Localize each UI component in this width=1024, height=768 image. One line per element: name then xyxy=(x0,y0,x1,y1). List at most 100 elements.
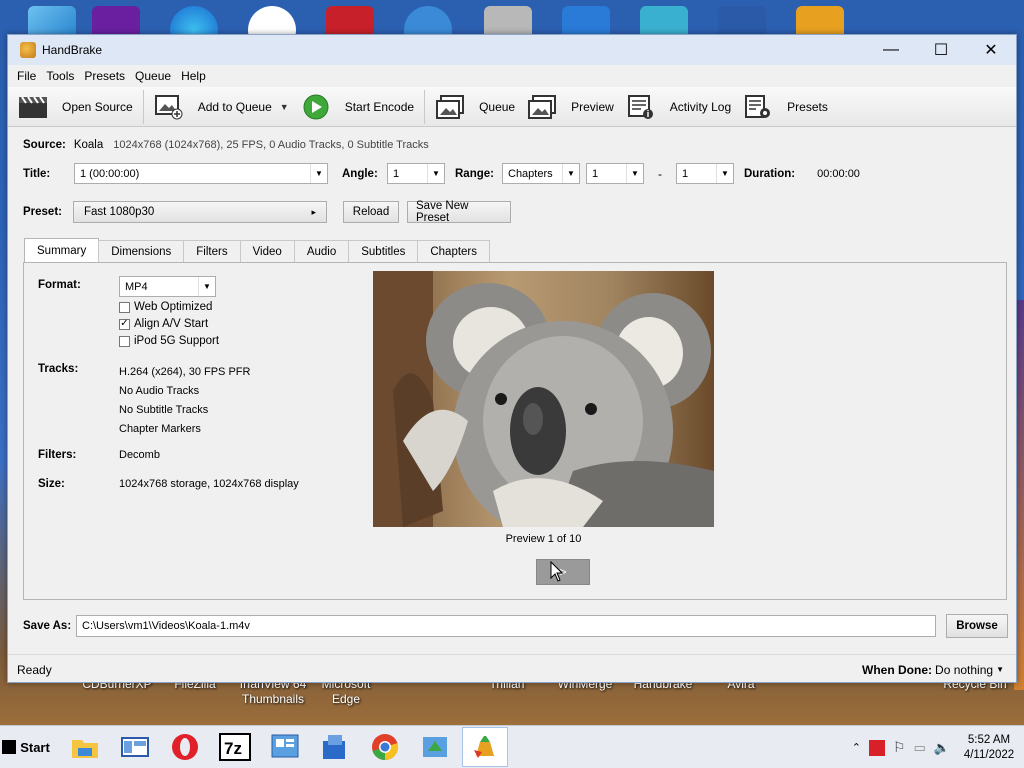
align-av-checkbox[interactable]: ✓ Align A/V Start xyxy=(119,318,208,330)
start-button[interactable]: Start xyxy=(0,726,52,768)
track-item: Chapter Markers xyxy=(119,423,201,435)
tab-strip: Summary Dimensions Filters Video Audio S… xyxy=(24,238,491,262)
windows-icon xyxy=(2,740,17,754)
show-hidden-icons[interactable]: ⌃ xyxy=(852,741,861,754)
checkbox-box[interactable] xyxy=(119,301,130,313)
tab-chapters[interactable]: Chapters xyxy=(417,240,491,262)
handbrake-window: HandBrake — ☐ ✕ File Tools Presets Queue… xyxy=(7,34,1017,683)
filters-label: Filters: xyxy=(38,449,77,461)
duration-value: 00:00:00 xyxy=(817,167,860,180)
status-bar: Ready When Done: Do nothing ▼ xyxy=(8,654,1016,684)
start-label: Start xyxy=(20,739,50,755)
installer-taskbar-icon[interactable] xyxy=(312,727,358,767)
range-label: Range: xyxy=(455,167,494,180)
koala-icon xyxy=(373,271,714,527)
tab-audio[interactable]: Audio xyxy=(293,240,350,262)
web-optimized-label: Web Optimized xyxy=(134,301,213,313)
save-new-preset-button[interactable]: Save New Preset xyxy=(407,200,511,224)
checkbox-box[interactable] xyxy=(119,335,130,347)
preset-label: Preset: xyxy=(23,206,62,218)
range-dash: - xyxy=(658,166,662,181)
track-item: No Audio Tracks xyxy=(119,385,200,397)
size-value: 1024x768 storage, 1024x768 display xyxy=(119,478,299,490)
tab-filters[interactable]: Filters xyxy=(183,240,241,262)
title-label: Title: xyxy=(23,167,51,180)
track-item: H.264 (x264), 30 FPS PFR xyxy=(119,366,251,378)
main-content: Source: Koala 1024x768 (1024x768), 25 FP… xyxy=(8,35,1016,684)
format-value: MP4 xyxy=(125,280,148,293)
title-select-value: 1 (00:00:00) xyxy=(80,167,140,180)
range-select-value: Chapters xyxy=(508,167,553,180)
file-explorer-icon[interactable] xyxy=(62,727,108,767)
preview-caption: Preview 1 of 10 xyxy=(505,533,582,545)
system-tray: ⌃ ⚐ ▭ 🔈 5:52 AM 4/11/2022 xyxy=(852,726,1024,768)
source-info: 1024x768 (1024x768), 25 FPS, 0 Audio Tra… xyxy=(113,139,429,151)
range-end-value: 1 xyxy=(682,167,689,180)
save-as-label: Save As: xyxy=(23,620,72,632)
track-item: No Subtitle Tracks xyxy=(119,404,209,416)
source-row: Source: Koala 1024x768 (1024x768), 25 FP… xyxy=(23,139,429,151)
chevron-down-icon: ▼ xyxy=(626,164,643,183)
preview-image xyxy=(373,271,714,527)
tab-dimensions[interactable]: Dimensions xyxy=(98,240,185,262)
chevron-right-icon: ▸ xyxy=(311,206,316,217)
flag-icon[interactable]: ⚐ xyxy=(893,739,906,756)
when-done-label: When Done: xyxy=(862,662,932,677)
size-label: Size: xyxy=(38,478,65,490)
tab-subtitles[interactable]: Subtitles xyxy=(348,240,419,262)
when-done-value: Do nothing xyxy=(935,662,994,677)
range-start-select[interactable]: 1 ▼ xyxy=(586,163,644,184)
volume-icon[interactable]: 🔈 xyxy=(934,740,950,756)
tab-summary[interactable]: Summary xyxy=(24,238,100,262)
reload-button[interactable]: Reload xyxy=(343,201,399,223)
ipod-label: iPod 5G Support xyxy=(134,335,220,347)
source-label: Source: xyxy=(23,139,66,151)
when-done-select[interactable]: Do nothing ▼ xyxy=(935,663,1004,677)
7zip-icon[interactable]: 7z xyxy=(212,727,258,767)
window-manager-icon[interactable] xyxy=(112,727,158,767)
chevron-down-icon: ▼ xyxy=(198,277,215,296)
chevron-down-icon: ▼ xyxy=(310,164,327,183)
preset-select[interactable]: Fast 1080p30 ▸ xyxy=(73,201,327,223)
range-start-value: 1 xyxy=(592,167,599,180)
angle-select-value: 1 xyxy=(393,167,400,180)
preset-row: Preset: Fast 1080p30 ▸ Reload Save New P… xyxy=(23,200,511,224)
chevron-down-icon: ▼ xyxy=(996,665,1004,674)
title-row: Title: 1 (00:00:00) ▼ Angle: 1 ▼ Range: … xyxy=(23,163,860,184)
save-as-row: Save As: C:\Users\vm1\Videos\Koala-1.m4v… xyxy=(23,614,1008,638)
svg-text:7z: 7z xyxy=(224,739,242,758)
web-optimized-checkbox[interactable]: Web Optimized xyxy=(119,301,212,313)
opera-icon[interactable] xyxy=(162,727,208,767)
chevron-down-icon: ▼ xyxy=(427,164,444,183)
status-text: Ready xyxy=(17,662,52,677)
network-icon[interactable]: ▭ xyxy=(914,740,926,756)
range-select[interactable]: Chapters ▼ xyxy=(502,163,580,184)
tracks-label: Tracks: xyxy=(38,363,79,375)
clock[interactable]: 5:52 AM 4/11/2022 xyxy=(954,733,1024,763)
checkmark-icon[interactable]: ✓ xyxy=(119,318,130,330)
duration-label: Duration: xyxy=(744,167,796,180)
tracks-list: H.264 (x264), 30 FPS PFR No Audio Tracks… xyxy=(119,363,250,439)
browse-button[interactable]: Browse xyxy=(946,614,1008,638)
taskbar: Start 7z ⌃ ⚐ ▭ 🔈 5:52 AM 4/11/2022 xyxy=(0,725,1024,768)
clock-time: 5:52 AM xyxy=(967,733,1011,746)
summary-panel: Format: MP4 ▼ Web Optimized ✓ Align A/V … xyxy=(23,262,1007,600)
ipod-checkbox[interactable]: iPod 5G Support xyxy=(119,335,219,347)
mouse-cursor-icon xyxy=(550,561,564,582)
save-as-input[interactable]: C:\Users\vm1\Videos\Koala-1.m4v xyxy=(76,615,936,637)
tab-video[interactable]: Video xyxy=(239,240,295,262)
title-select[interactable]: 1 (00:00:00) ▼ xyxy=(74,163,328,184)
format-select[interactable]: MP4 ▼ xyxy=(119,276,216,297)
chevron-down-icon: ▼ xyxy=(716,164,733,183)
source-name: Koala xyxy=(73,139,104,151)
range-end-select[interactable]: 1 ▼ xyxy=(676,163,734,184)
chrome-icon[interactable] xyxy=(362,727,408,767)
handbrake-taskbar-icon[interactable] xyxy=(462,727,508,767)
format-label: Format: xyxy=(38,279,81,291)
avira-tray-icon[interactable] xyxy=(868,739,885,756)
clock-date: 4/11/2022 xyxy=(963,748,1015,761)
control-panel-icon[interactable] xyxy=(262,727,308,767)
chevron-down-icon: ▼ xyxy=(562,164,579,183)
sync-app-icon[interactable] xyxy=(412,727,458,767)
angle-select[interactable]: 1 ▼ xyxy=(387,163,445,184)
